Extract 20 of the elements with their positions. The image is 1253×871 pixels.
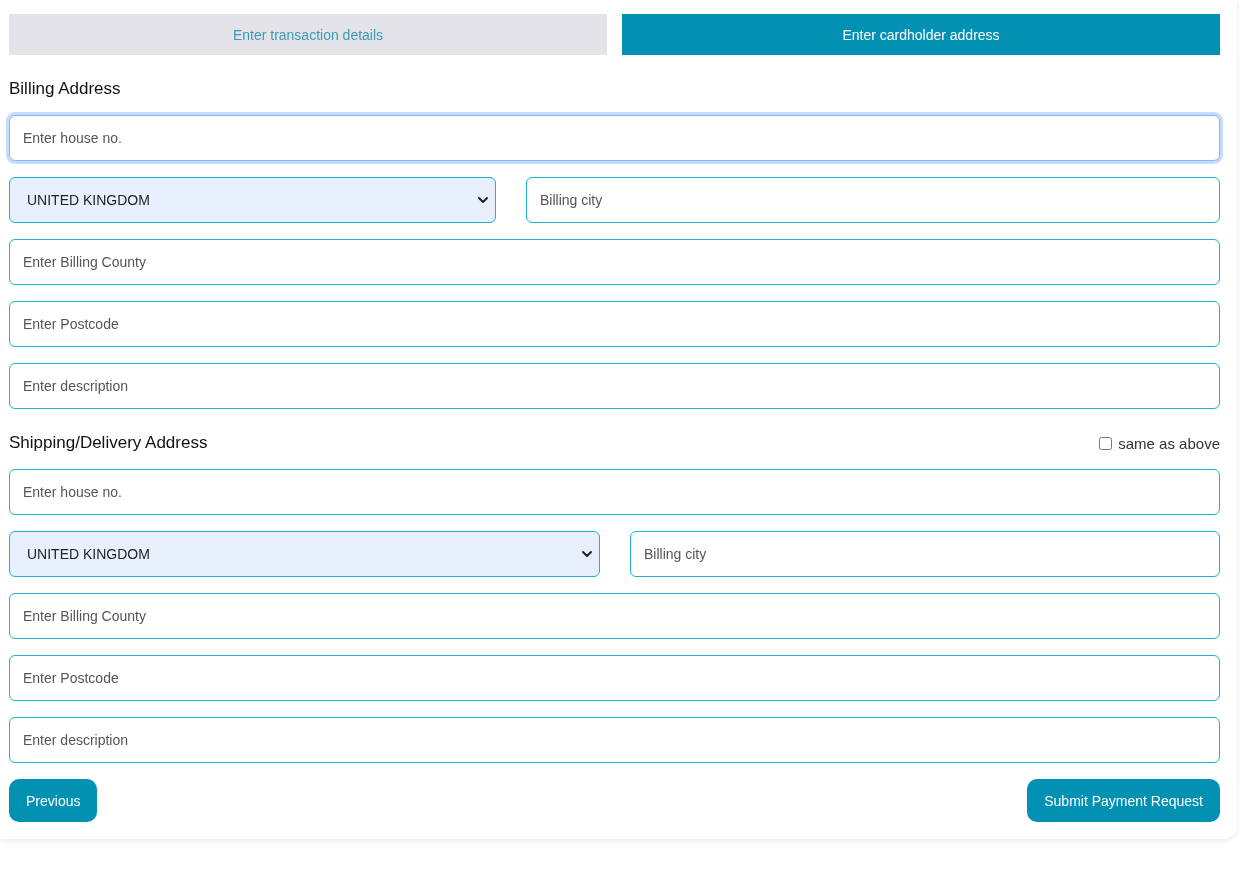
input-field[interactable]: Billing city	[630, 531, 1220, 577]
section-title: Billing Address	[9, 79, 121, 99]
button[interactable]: Submit Payment Request	[1027, 779, 1220, 822]
select-field[interactable]: UNITED KINGDOM	[9, 177, 496, 223]
input-field[interactable]: Enter Postcode	[9, 301, 1220, 347]
tab[interactable]: Enter transaction details	[9, 14, 607, 55]
checkbox[interactable]	[1099, 436, 1113, 450]
input-field[interactable]: Enter house no.	[9, 469, 1220, 515]
input-field[interactable]: Enter Billing County	[9, 239, 1220, 285]
select-field[interactable]: UNITED KINGDOM	[9, 531, 600, 577]
checkbox-label: same as above	[1118, 434, 1220, 452]
button[interactable]: Previous	[9, 779, 98, 822]
input-field[interactable]: Billing city	[526, 177, 1220, 223]
tab[interactable]: Enter cardholder address	[622, 14, 1220, 55]
input-field[interactable]: Enter house no.	[9, 115, 1220, 161]
input-field[interactable]: Enter description	[9, 717, 1220, 763]
input-field[interactable]: Enter description	[9, 363, 1220, 409]
input-field[interactable]: Enter Postcode	[9, 655, 1220, 701]
input-field[interactable]: Enter Billing County	[9, 593, 1220, 639]
section-title: Shipping/Delivery Address	[9, 433, 208, 453]
